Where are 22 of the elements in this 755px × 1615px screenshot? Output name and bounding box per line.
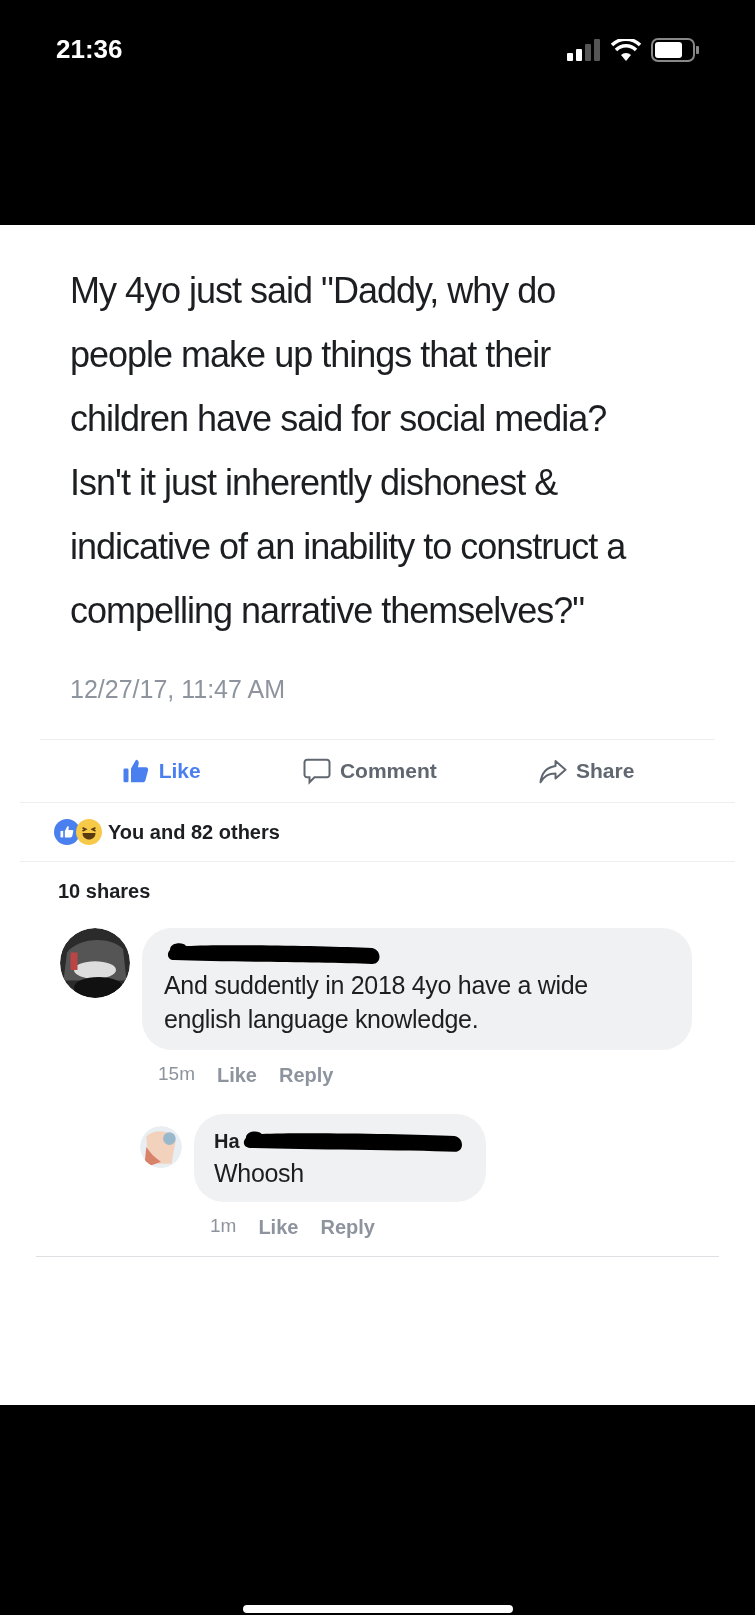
post-timestamp: 12/27/17, 11:47 AM [70, 674, 286, 705]
comment-like-link[interactable]: Like [258, 1211, 299, 1242]
like-button[interactable]: Like [120, 754, 201, 787]
comment-text: Whoosh [214, 1157, 305, 1189]
laughing-emoji-icon [76, 818, 102, 845]
status-time: 21:36 [56, 33, 123, 66]
comment-reply-link[interactable]: Reply [279, 1059, 334, 1090]
comment-reply-link[interactable]: Reply [320, 1211, 375, 1242]
wifi-icon [611, 39, 641, 61]
comment-time: 1m [210, 1214, 237, 1239]
comment-time: 15m [158, 1062, 195, 1087]
shares-count[interactable]: 10 shares [58, 875, 697, 906]
comment-text: And suddently in 2018 4yo have a wide english language knowledge. [164, 969, 589, 1035]
reactions-summary[interactable]: You and 82 others [108, 816, 280, 847]
like-reaction-icon [54, 818, 80, 845]
comment-author[interactable]: Ha [214, 1125, 240, 1156]
post-text: My 4yo just said "Daddy, why do people make up things that their children have said for social media? Isn't it just inherently dishonest & indicative of an inability to construct a compelling narrative themselves?" [70, 269, 628, 633]
comment-button[interactable]: Comment [301, 754, 437, 787]
comment-like-link[interactable]: Like [216, 1059, 257, 1090]
signal-icon [567, 39, 601, 61]
share-button[interactable]: Share [538, 754, 635, 787]
battery-icon [651, 38, 699, 62]
